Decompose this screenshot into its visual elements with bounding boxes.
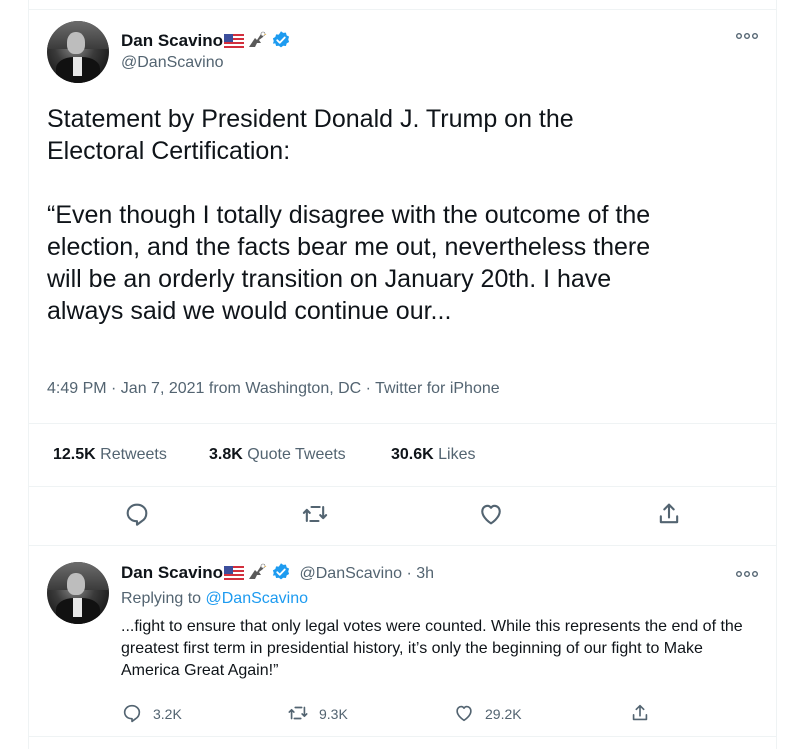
like-action[interactable]: 29.2K [453, 702, 522, 724]
avatar[interactable] [47, 21, 109, 83]
quote-tweets-stat[interactable]: 3.8K Quote Tweets [209, 446, 346, 464]
tweet-stats: 12.5K Retweets 3.8K Quote Tweets 30.6K L… [29, 423, 776, 487]
us-flag-icon [224, 34, 245, 48]
retweet-icon [288, 706, 308, 720]
tweet-text: Statement by President Donald J. Trump o… [47, 105, 651, 325]
retweet-icon[interactable] [301, 500, 329, 528]
like-icon [456, 705, 472, 722]
share-icon [632, 704, 648, 721]
author-name[interactable]: Dan Scavino [121, 31, 223, 50]
replying-to-link[interactable]: @DanScavino [206, 590, 309, 607]
top-divider [29, 0, 776, 10]
reply-author-name[interactable]: Dan Scavino [121, 563, 223, 582]
like-count: 29.2K [485, 706, 522, 722]
reply-text: ...fight to ensure that only legal votes… [121, 618, 743, 679]
reply-count: 3.2K [153, 706, 182, 722]
reply-icon[interactable] [123, 500, 151, 528]
main-tweet[interactable]: Dan Scavino @DanScavino Statement by Pre… [29, 0, 776, 546]
replying-to: Replying to @DanScavino [121, 590, 309, 607]
more-icon[interactable] [736, 566, 759, 582]
retweet-count: 9.3K [319, 706, 348, 722]
more-icon[interactable] [736, 28, 759, 44]
tweet-meta[interactable]: 4:49 PM · Jan 7, 2021 from Washington, D… [47, 380, 500, 398]
reply-icon [123, 704, 141, 723]
reply-author-handle[interactable]: @DanScavino [300, 565, 403, 582]
reply-avatar[interactable] [47, 562, 109, 624]
us-flag-icon [224, 566, 245, 580]
author-handle[interactable]: @DanScavino [121, 54, 224, 72]
likes-stat[interactable]: 30.6K Likes [391, 446, 476, 464]
author-line: Dan Scavino [121, 30, 291, 51]
verified-icon [272, 563, 290, 580]
eagle-icon [249, 563, 267, 579]
reply-time[interactable]: · 3h [406, 565, 434, 582]
reply-author-line: Dan Scavino @DanScavino · 3h [121, 562, 434, 583]
reply-tweet[interactable]: Dan Scavino @DanScavino · 3h Replying to… [29, 546, 776, 737]
share-icon[interactable] [655, 500, 683, 528]
retweets-stat[interactable]: 12.5K Retweets [53, 446, 167, 464]
share-action[interactable] [629, 702, 661, 724]
tweet-actions [29, 500, 776, 532]
reply-action[interactable]: 3.2K [121, 702, 182, 724]
timeline-column: Dan Scavino @DanScavino Statement by Pre… [28, 0, 777, 749]
retweet-action[interactable]: 9.3K [287, 702, 348, 724]
eagle-icon [249, 31, 267, 47]
verified-icon [272, 31, 290, 48]
like-icon[interactable] [477, 500, 505, 528]
